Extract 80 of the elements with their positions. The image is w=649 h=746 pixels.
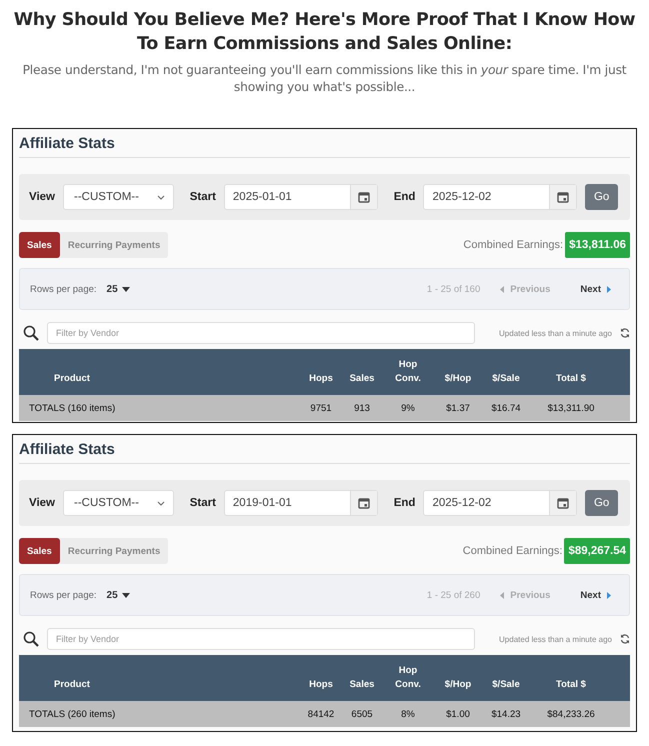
view-select[interactable]: --CUSTOM-- [63, 490, 174, 516]
table-cell-text: 9751 [309, 402, 333, 414]
chevron-icon [156, 500, 165, 506]
table-cell-text: $16.74 [490, 402, 522, 414]
left-triangle-icon [500, 592, 504, 598]
page-range: 1 - 25 of 160 [426, 284, 480, 294]
go-button[interactable]: Go [585, 184, 618, 210]
view-select[interactable]: --CUSTOM-- [63, 184, 174, 210]
column-header: $/Sale [491, 372, 521, 386]
updated-text: Updated less than a minute ago [499, 634, 612, 644]
column-header: Product [53, 372, 91, 386]
right-triangle-icon [607, 592, 611, 598]
column-header: Hop Conv. [394, 358, 422, 386]
updated-text: Updated less than a minute ago [499, 328, 612, 338]
column-header: Hop Conv. [394, 664, 422, 692]
page-range: 1 - 25 of 260 [426, 590, 480, 600]
earnings-label: Combined Earnings: [462, 545, 562, 557]
calendar-icon [557, 497, 570, 509]
refresh-icon[interactable] [620, 634, 630, 644]
right-triangle-icon [607, 286, 611, 292]
column-header: Sales [348, 678, 376, 692]
go-button[interactable]: Go [585, 490, 618, 516]
column-header: $/Hop [444, 372, 472, 386]
rows-per-page-label: Rows per page: [30, 284, 97, 294]
panel-title: Affiliate Stats [19, 133, 630, 158]
calendar-icon [557, 191, 570, 203]
column-header: Total $ [555, 372, 587, 386]
view-label: View [29, 497, 55, 509]
earnings-badge: $13,811.06 [565, 232, 630, 258]
table-cell-text: 9% [400, 402, 416, 414]
caret-icon [122, 286, 130, 292]
intro-text: Please understand, I'm not guaranteeing you'll earn commissions like this in your spare time. I'm just showing you what's possible... [22, 62, 628, 96]
next-link[interactable]: Next [580, 590, 611, 600]
table-cell-text: 8% [400, 708, 416, 720]
rows-per-page-select[interactable]: 25 [106, 284, 130, 294]
panel-title: Affiliate Stats [19, 439, 630, 464]
search-icon [23, 325, 39, 341]
table-cell-text: TOTALS (260 items) [29, 708, 116, 720]
table-cell-text: $14.23 [490, 708, 522, 720]
column-header: $/Hop [444, 678, 472, 692]
end-label: End [394, 191, 416, 203]
column-header: $/Sale [491, 678, 521, 692]
search-icon [23, 631, 39, 647]
rows-per-page-select[interactable]: 25 [106, 590, 130, 600]
start-date-field[interactable]: 2025-01-01 [224, 184, 378, 210]
rows-per-page-label: Rows per page: [30, 590, 97, 600]
next-link[interactable]: Next [580, 284, 611, 294]
start-date-field[interactable]: 2019-01-01 [224, 490, 378, 516]
column-header: Sales [348, 372, 376, 386]
table-cell-text: $84,233.26 [546, 708, 596, 720]
tab[interactable]: Sales [19, 538, 60, 564]
column-header: Hops [308, 372, 334, 386]
column-header: Total $ [555, 678, 587, 692]
table-cell-text: 84142 [306, 708, 336, 720]
end-date-field[interactable]: 2025-12-02 [423, 184, 578, 210]
table-cell-text: 6505 [350, 708, 374, 720]
table-cell-text: $13,311.90 [546, 402, 596, 414]
calendar-icon [358, 191, 370, 203]
earnings-badge: $89,267.54 [564, 538, 630, 564]
column-header: Hops [308, 678, 334, 692]
table-cell-text: TOTALS (160 items) [29, 402, 116, 414]
vendor-filter-field[interactable]: Filter by Vendor [47, 628, 475, 650]
start-label: Start [190, 497, 216, 509]
start-label: Start [190, 191, 216, 203]
caret-icon [122, 592, 130, 598]
end-date-field[interactable]: 2025-12-02 [423, 490, 578, 516]
calendar-icon [358, 497, 370, 509]
table-cell-text: $1.00 [445, 708, 471, 720]
table-cell-text: 913 [353, 402, 371, 414]
chevron-icon [156, 194, 165, 200]
column-header: Product [53, 678, 91, 692]
left-triangle-icon [500, 286, 504, 292]
page-heading: Why Should You Believe Me? Here's More Proof That I Know How To Earn Commissions and Sales Online: [12, 9, 636, 56]
refresh-icon[interactable] [620, 328, 630, 338]
earnings-label: Combined Earnings: [463, 239, 564, 251]
end-label: End [394, 497, 416, 509]
vendor-filter-field[interactable]: Filter by Vendor [47, 322, 475, 344]
table-cell-text: $1.37 [445, 402, 471, 414]
view-label: View [29, 191, 55, 203]
tab[interactable]: Sales [19, 232, 60, 258]
